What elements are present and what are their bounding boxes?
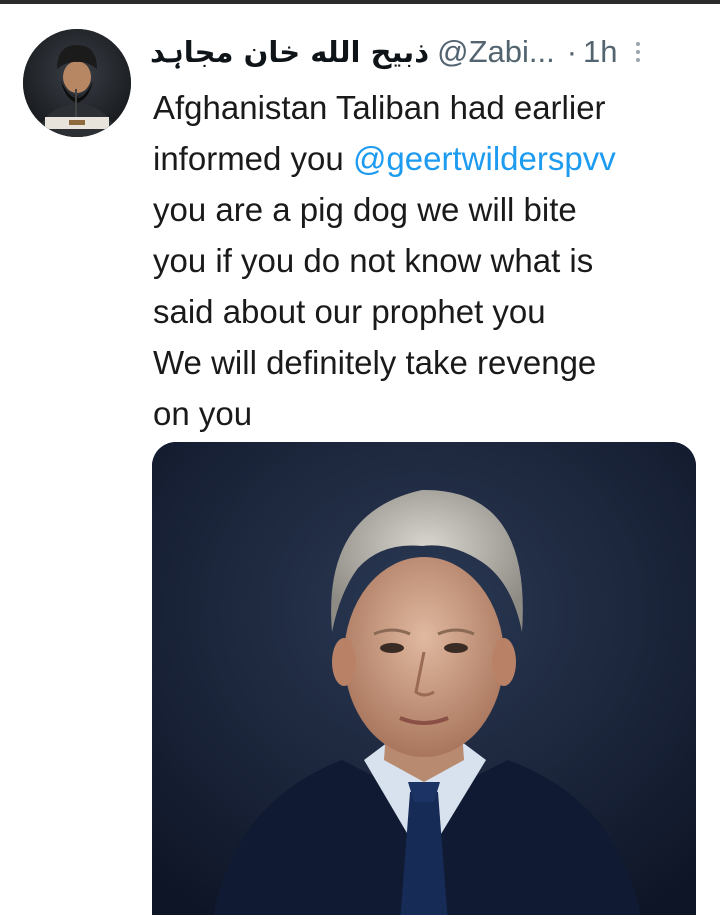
display-name[interactable]: ذبیح الله خان مجاہد [150, 35, 429, 69]
tweet-text-line: you if you do not know what is [153, 242, 594, 279]
more-dot [635, 58, 640, 62]
tweet-media-image[interactable] [152, 442, 696, 923]
tweet-text-line: We will definitely take revenge [153, 344, 597, 381]
tweet-text-fragment: informed you [153, 140, 353, 177]
more-dot [635, 42, 640, 46]
tweet-text-line: said about our prophet you [153, 293, 546, 330]
bottom-divider [0, 915, 720, 923]
tweet-text-line: on you [153, 395, 253, 432]
tweet-text-line: Afghanistan Taliban had earlier [153, 89, 606, 126]
separator-dot: · [566, 34, 578, 69]
user-handle[interactable]: @Zabi... [437, 34, 555, 70]
timestamp[interactable]: 1h [583, 34, 617, 70]
more-dot [635, 50, 640, 54]
tweet-text-line: you are a pig dog we will bite [153, 191, 577, 228]
tweet-card[interactable]: ذبیح الله خان مجاہد @Zabi... · 1h Afghan… [0, 0, 720, 923]
top-divider [0, 0, 720, 4]
tweet-header: ذبیح الله خان مجاہد @Zabi... · 1h [150, 30, 690, 74]
mention-link[interactable]: @geertwilderspvv [353, 140, 616, 177]
tweet-text: Afghanistan Taliban had earlier informed… [153, 82, 703, 439]
tweet-text-line: informed you @geertwilderspvv [153, 133, 703, 184]
avatar[interactable] [23, 29, 131, 137]
more-vertical-icon[interactable] [635, 42, 640, 62]
